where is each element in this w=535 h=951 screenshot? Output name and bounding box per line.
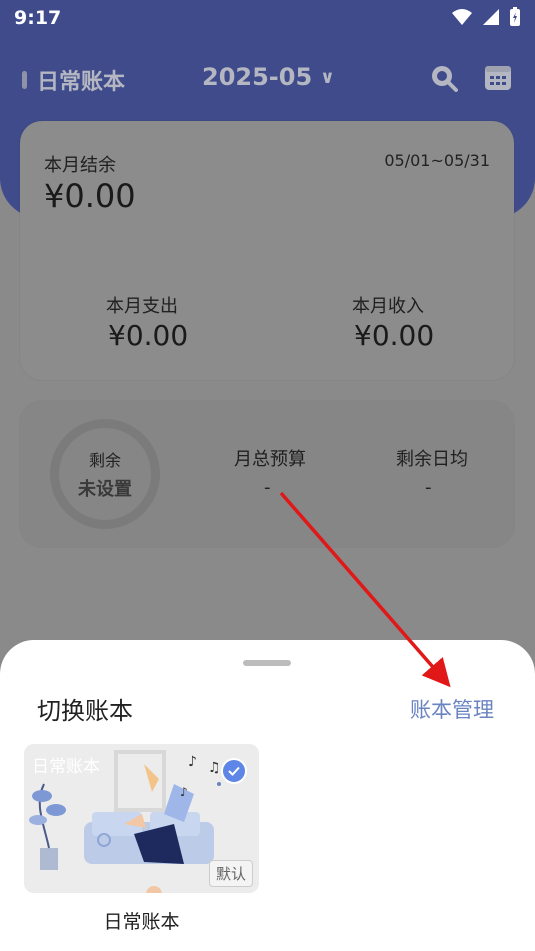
month-selector[interactable]: 2025-05 ∨ [202, 63, 335, 91]
book-name-label: 日常账本 [103, 911, 180, 933]
daily-average-label: 剩余日均 [396, 449, 468, 470]
total-budget-value: - [264, 477, 271, 498]
balance-card[interactable]: 本月结余 05/01~05/31 ¥0.00 本月支出 ¥0.00 本月收入 ¥… [20, 121, 514, 380]
balance-amount: ¥0.00 [44, 177, 136, 215]
signal-icon [483, 9, 499, 25]
budget-ring: 剩余 未设置 [50, 419, 160, 529]
wifi-icon [452, 9, 472, 25]
status-bar: 9:17 [0, 0, 535, 36]
svg-text:♪: ♪ [180, 785, 188, 799]
check-icon [221, 758, 247, 784]
book-card-title: 日常账本 [32, 757, 100, 777]
switch-book-sheet: 切换账本 账本管理 ♪ ♫ ♪ 日常账本 默认 日常账本 [0, 640, 535, 951]
svg-text:♪: ♪ [188, 754, 197, 770]
date-range: 05/01~05/31 [384, 151, 490, 170]
status-icons [451, 7, 521, 27]
sheet-drag-handle[interactable] [243, 660, 291, 666]
total-budget-label: 月总预算 [234, 449, 306, 470]
calendar-icon[interactable] [484, 63, 512, 91]
expense-label: 本月支出 [106, 296, 178, 317]
svg-text:♫: ♫ [208, 760, 221, 776]
search-icon[interactable] [430, 64, 458, 92]
book-card[interactable]: ♪ ♫ ♪ 日常账本 默认 [24, 744, 259, 893]
chevron-down-icon: ∨ [320, 66, 335, 88]
income-label: 本月收入 [352, 296, 424, 317]
month-label: 2025-05 [202, 63, 313, 91]
battery-icon [510, 7, 520, 26]
income-amount: ¥0.00 [354, 319, 435, 352]
expense-amount: ¥0.00 [108, 319, 189, 352]
ring-label: 剩余 [88, 451, 121, 470]
manage-books-link[interactable]: 账本管理 [410, 694, 494, 724]
ring-value: 未设置 [78, 479, 132, 500]
book-selector[interactable]: 日常账本 [22, 64, 125, 96]
status-time: 9:17 [14, 7, 62, 29]
daily-average-value: - [425, 477, 432, 498]
default-badge: 默认 [208, 860, 253, 887]
sheet-title: 切换账本 [37, 697, 133, 725]
balance-title: 本月结余 [44, 155, 116, 176]
book-indicator [22, 71, 27, 89]
book-selector-label: 日常账本 [37, 70, 126, 95]
